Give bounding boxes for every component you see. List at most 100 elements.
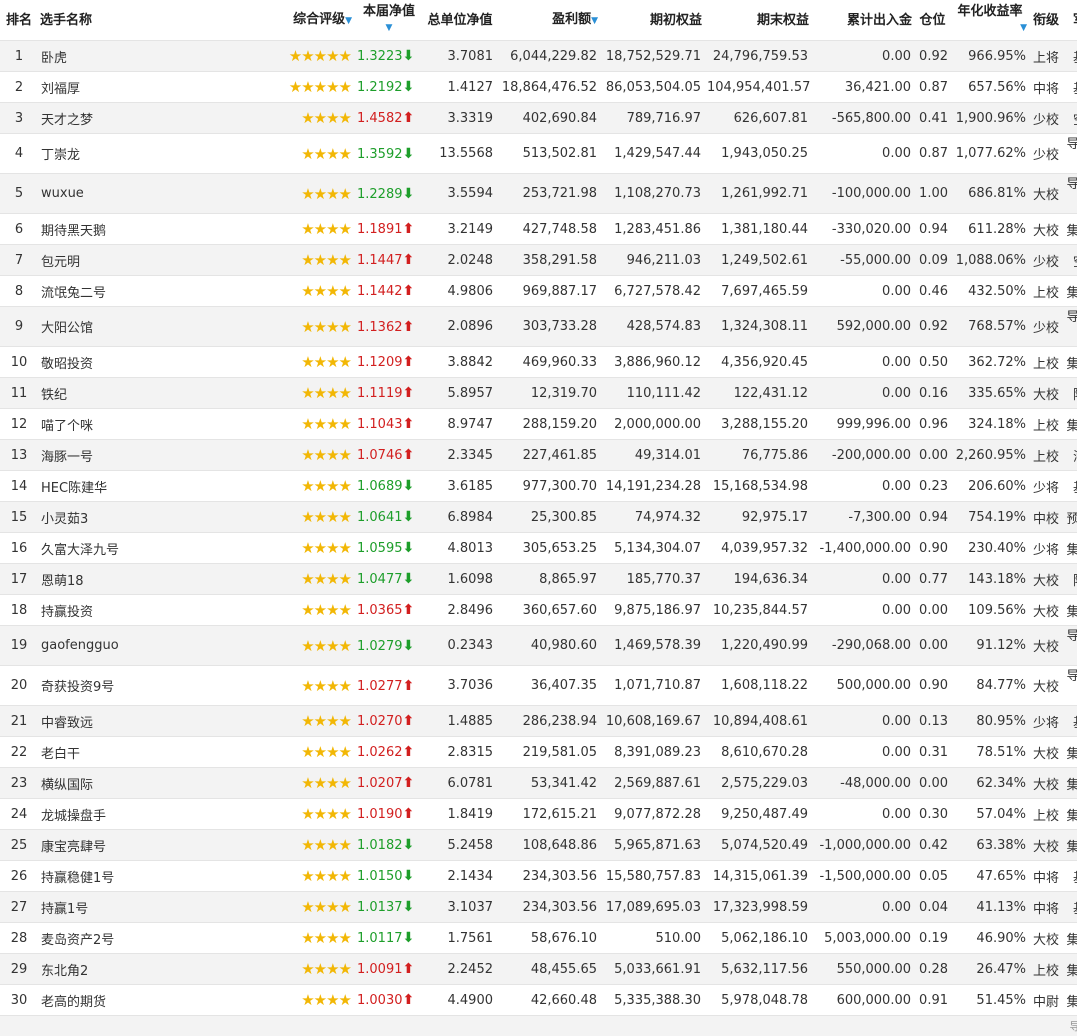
arrow-up-icon: ⬆: [402, 806, 415, 822]
col-total-nav[interactable]: 总单位净值: [424, 0, 496, 41]
player-name-link[interactable]: 持赢稳健1号: [38, 860, 218, 892]
player-name-link[interactable]: 卧虎: [38, 40, 218, 72]
player-name-link[interactable]: 久富大泽九号: [38, 532, 218, 564]
table-row[interactable]: 13 海豚一号 ★★★★ 1.0746⬆ 2.3345 227,461.85 49,314.…: [0, 439, 1077, 471]
table-row[interactable]: 28 麦岛资产2号 ★★★★ 1.0117⬇ 1.7561 58,676.10 510.00…: [0, 922, 1077, 954]
star-icon: ★: [326, 805, 339, 823]
table-row[interactable]: 9 大阳公馆 ★★★★ 1.1362⬆ 2.0896 303,733.28 428,574.…: [0, 306, 1077, 347]
table-row[interactable]: 23 横纵国际 ★★★★ 1.0207⬆ 6.0781 53,341.42 2,569,88…: [0, 767, 1077, 799]
table-row[interactable]: 5 wuxue ★★★★ 1.2289⬇ 3.5594 253,721.98 1,108,2…: [0, 173, 1077, 214]
cell-end-equity: 7,697,465.59: [704, 275, 811, 307]
table-row[interactable]: 19 gaofengguo ★★★★ 1.0279⬇ 0.2343 40,980.60 1,…: [0, 625, 1077, 666]
player-name-link[interactable]: 丁崇龙: [38, 133, 218, 174]
player-name-link[interactable]: 中睿致远: [38, 705, 218, 737]
player-name-link[interactable]: 海豚一号: [38, 439, 218, 471]
table-row[interactable]: 22 老白干 ★★★★ 1.0262⬆ 2.8315 219,581.05 8,391,08…: [0, 736, 1077, 768]
table-row[interactable]: 30 老高的期货 ★★★★ 1.0030⬆ 4.4900 42,660.48 5,335,3…: [0, 984, 1077, 1016]
table-row[interactable]: 17 恩萌18 ★★★★ 1.0477⬇ 1.6098 8,865.97 185,770.3…: [0, 563, 1077, 595]
cell-rank-title: 大校: [1029, 563, 1063, 595]
col-branch[interactable]: 军种: [1063, 0, 1077, 41]
col-start-equity[interactable]: 期初权益: [600, 0, 704, 41]
star-icon: ★: [338, 570, 352, 588]
table-row[interactable]: 16 久富大泽九号 ★★★★ 1.0595⬇ 4.8013 305,653.25 5,134…: [0, 532, 1077, 564]
cell-end-equity: 24,796,759.53: [704, 40, 811, 72]
table-row[interactable]: 15 小灵茹3 ★★★★ 1.0641⬇ 6.8984 25,300.85 74,974.3…: [0, 501, 1077, 533]
player-name-link[interactable]: wuxue: [38, 173, 218, 214]
player-name-link[interactable]: 小灵茹3: [38, 501, 218, 533]
table-row[interactable]: 1 卧虎 ★★★★★ 1.3223⬇ 3.7081 6,044,229.82 18,752,…: [0, 40, 1077, 72]
star-icon: ★: [338, 898, 352, 916]
player-name-link[interactable]: 康宝亮肆号: [38, 829, 218, 861]
star-icon: ★: [313, 251, 327, 269]
col-end-equity[interactable]: 期末权益: [704, 0, 811, 41]
star-icon: ★: [338, 539, 352, 557]
player-name-link[interactable]: 横纵国际: [38, 767, 218, 799]
player-name-link[interactable]: 大阳公馆: [38, 306, 218, 347]
table-row[interactable]: 20 奇获投资9号 ★★★★ 1.0277⬆ 3.7036 36,407.35 1,071,…: [0, 665, 1077, 706]
cell-end-equity: 76,775.86: [704, 439, 811, 471]
col-profit[interactable]: 盈利额▼: [496, 0, 600, 41]
col-rank-title[interactable]: 衔级: [1029, 0, 1063, 41]
cell-net-flow: 500,000.00: [811, 665, 914, 706]
cell-annual-return: 966.95%: [951, 40, 1029, 72]
player-name-link[interactable]: 包元明: [38, 244, 218, 276]
cell-rank-title: 少将: [1029, 705, 1063, 737]
table-row[interactable]: 2 刘福厚 ★★★★★ 1.2192⬇ 1.4127 18,864,476.52 86,05…: [0, 71, 1077, 103]
table-row[interactable]: 6 期待黑天鹅 ★★★★ 1.1891⬆ 3.2149 427,748.58 1,283,4…: [0, 213, 1077, 245]
sort-down-icon[interactable]: ▼: [356, 20, 422, 37]
table-row[interactable]: 4 丁崇龙 ★★★★ 1.3592⬇ 13.5568 513,502.81 1,429,54…: [0, 133, 1077, 174]
table-row[interactable]: 11 铁纪 ★★★★ 1.1119⬆ 5.8957 12,319.70 110,111.42…: [0, 377, 1077, 409]
table-row[interactable]: 26 持赢稳健1号 ★★★★ 1.0150⬇ 2.1434 234,303.56 15,58…: [0, 860, 1077, 892]
table-row[interactable]: 10 敬昭投资 ★★★★ 1.1209⬆ 3.8842 469,960.33 3,886,9…: [0, 346, 1077, 378]
sort-down-icon[interactable]: ▼: [345, 16, 352, 26]
cell-end-equity: 1,943,050.25: [704, 133, 811, 174]
player-name-link[interactable]: 龙城操盘手: [38, 798, 218, 830]
table-row[interactable]: 3 天才之梦 ★★★★ 1.4582⬆ 3.3319 402,690.84 789,716.…: [0, 102, 1077, 134]
cell-start-equity: 1,429,547.44: [600, 133, 704, 174]
cell-rank: 17: [0, 563, 38, 595]
col-nav[interactable]: 本届净值 ▼: [354, 0, 424, 41]
player-name-link[interactable]: 铁纪: [38, 377, 218, 409]
player-name-link[interactable]: 天才之梦: [38, 102, 218, 134]
player-name-link[interactable]: 持赢1号: [38, 891, 218, 923]
table-row[interactable]: 27 持赢1号 ★★★★ 1.0137⬇ 3.1037 234,303.56 17,089,…: [0, 891, 1077, 923]
player-name-link[interactable]: 流氓兔二号: [38, 275, 218, 307]
player-name-link[interactable]: 老高的期货: [38, 984, 218, 1016]
star-icon: ★: [313, 712, 327, 730]
col-net-flow[interactable]: 累计出入金: [811, 0, 914, 41]
player-name-link[interactable]: 期待黑天鹅: [38, 213, 218, 245]
table-row[interactable]: 24 龙城操盘手 ★★★★ 1.0190⬆ 1.8419 172,615.21 9,077,…: [0, 798, 1077, 830]
table-row[interactable]: 8 流氓兔二号 ★★★★ 1.1442⬆ 4.9806 969,887.17 6,727,5…: [0, 275, 1077, 307]
cell-start-equity: 15,580,757.83: [600, 860, 704, 892]
cell-annual-return: 91.12%: [951, 625, 1029, 666]
sort-down-icon[interactable]: ▼: [591, 16, 598, 26]
player-name-link[interactable]: gaofengguo: [38, 625, 218, 666]
star-icon: ★: [313, 184, 327, 203]
arrow-up-icon: ⬆: [402, 354, 415, 370]
rating-stars: ★★★★: [218, 173, 354, 214]
col-name[interactable]: 选手名称: [38, 0, 218, 41]
player-name-link[interactable]: 老白干: [38, 736, 218, 768]
player-name-link[interactable]: 刘福厚: [38, 71, 218, 103]
col-position[interactable]: 仓位: [914, 0, 951, 41]
table-row[interactable]: 29 东北角2 ★★★★ 1.0091⬆ 2.2452 48,455.65 5,033,66…: [0, 953, 1077, 985]
player-name-link[interactable]: 东北角2: [38, 953, 218, 985]
player-name-link[interactable]: 奇获投资9号: [38, 665, 218, 706]
col-rating[interactable]: 综合评级▼: [218, 0, 354, 41]
table-row[interactable]: 21 中睿致远 ★★★★ 1.0270⬆ 1.4885 286,238.94 10,608,…: [0, 705, 1077, 737]
player-name-link[interactable]: 敬昭投资: [38, 346, 218, 378]
player-name-link[interactable]: 持赢投资: [38, 594, 218, 626]
player-name-link[interactable]: HEC陈建华: [38, 470, 218, 502]
table-row[interactable]: 25 康宝亮肆号 ★★★★ 1.0182⬇ 5.2458 108,648.86 5,965,…: [0, 829, 1077, 861]
table-row[interactable]: 7 包元明 ★★★★ 1.1447⬆ 2.0248 358,291.58 946,211.0…: [0, 244, 1077, 276]
player-name-link[interactable]: 喵了个咪: [38, 408, 218, 440]
cell-end-equity: 122,431.12: [704, 377, 811, 409]
col-rank[interactable]: 排名: [0, 0, 38, 41]
player-name-link[interactable]: 麦岛资产2号: [38, 922, 218, 954]
player-name-link[interactable]: 恩萌18: [38, 563, 218, 595]
table-row[interactable]: 12 喵了个咪 ★★★★ 1.1043⬆ 8.9747 288,159.20 2,000,0…: [0, 408, 1077, 440]
col-annual-return[interactable]: 年化收益率 ▼: [951, 0, 1029, 41]
table-row[interactable]: 14 HEC陈建华 ★★★★ 1.0689⬇ 3.6185 977,300.70 14,19…: [0, 470, 1077, 502]
table-row[interactable]: 18 持赢投资 ★★★★ 1.0365⬆ 2.8496 360,657.60 9,875,1…: [0, 594, 1077, 626]
sort-down-icon[interactable]: ▼: [953, 20, 1027, 37]
